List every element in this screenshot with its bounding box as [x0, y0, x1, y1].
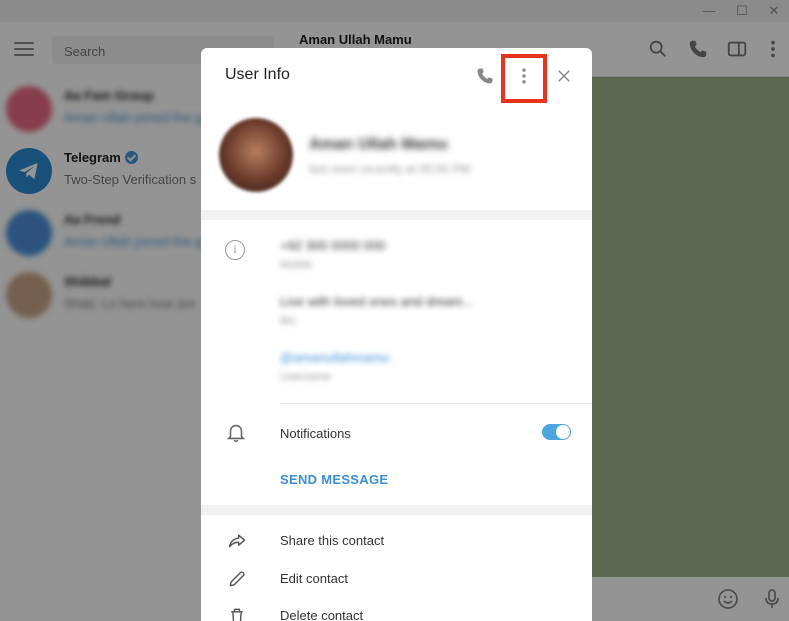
- notifications-label: Notifications: [280, 426, 351, 441]
- notifications-toggle[interactable]: [542, 424, 571, 440]
- field-value: Live with loved ones and dream...: [280, 294, 474, 309]
- share-icon: [228, 534, 246, 548]
- profile-status: last seen recently at 00:00 PM: [309, 162, 471, 176]
- highlight-box: [501, 54, 547, 103]
- field-label: Username: [280, 371, 331, 383]
- share-contact-button[interactable]: Share this contact: [201, 525, 592, 559]
- close-icon: [558, 70, 570, 82]
- field-value: @amanullahmamu: [280, 350, 390, 365]
- action-label: Share this contact: [280, 533, 385, 548]
- trash-icon: [231, 608, 243, 621]
- modal-title: User Info: [225, 66, 290, 83]
- section-divider: [201, 210, 592, 220]
- divider: [280, 403, 592, 404]
- call-button[interactable]: [471, 62, 499, 90]
- bell-icon: [226, 424, 246, 442]
- pencil-icon: [229, 571, 245, 587]
- bio-field[interactable]: Live with loved ones and dream... Bio: [280, 294, 474, 327]
- delete-contact-button[interactable]: Delete contact: [201, 600, 592, 621]
- username-field[interactable]: @amanullahmamu Username: [280, 350, 389, 383]
- field-value: +92 300 0000 000: [280, 238, 386, 253]
- user-info-modal: User Info Aman Ullah Mamu last seen rece…: [201, 48, 592, 621]
- phone-field[interactable]: +92 300 0000 000 Mobile: [280, 238, 385, 271]
- action-label: Delete contact: [280, 608, 364, 621]
- edit-contact-button[interactable]: Edit contact: [201, 563, 592, 597]
- info-icon: i: [225, 240, 245, 260]
- phone-icon: [477, 68, 493, 84]
- field-label: Mobile: [280, 259, 313, 271]
- action-label: Edit contact: [280, 571, 348, 586]
- profile-name: Aman Ullah Mamu: [309, 136, 448, 153]
- send-message-button[interactable]: SEND MESSAGE: [280, 472, 388, 487]
- field-label: Bio: [280, 315, 296, 327]
- profile-avatar[interactable]: [219, 118, 293, 192]
- section-divider: [201, 505, 592, 515]
- close-modal-button[interactable]: [550, 62, 578, 90]
